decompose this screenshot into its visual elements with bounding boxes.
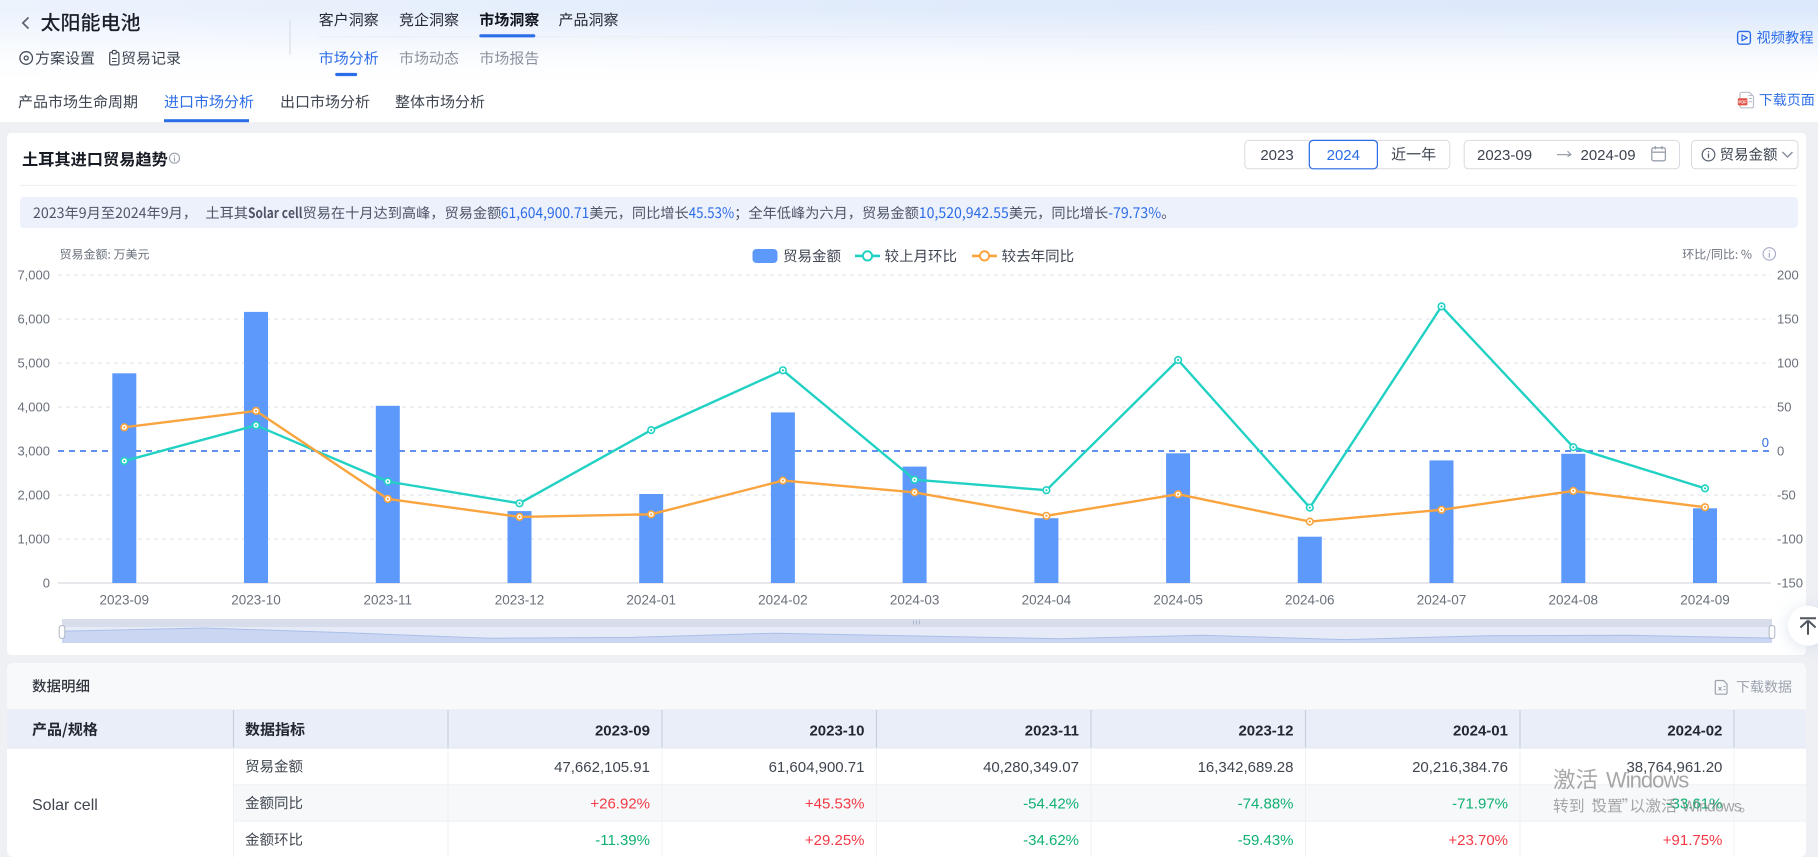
svg-text:3,000: 3,000	[17, 444, 50, 459]
svg-text:Windows: Windows	[1606, 768, 1689, 793]
svg-text:150: 150	[1777, 312, 1799, 327]
svg-text:5,000: 5,000	[17, 356, 50, 371]
svg-text:2024-05: 2024-05	[1153, 593, 1203, 608]
svg-text:-50: -50	[1777, 488, 1796, 503]
svg-text:0: 0	[1777, 444, 1784, 459]
svg-text:2024-09: 2024-09	[1581, 147, 1636, 164]
svg-text:50: 50	[1777, 400, 1791, 415]
svg-text:20,216,384.76: 20,216,384.76	[1412, 759, 1508, 776]
svg-text:61,604,900.71: 61,604,900.71	[769, 759, 865, 776]
svg-text:-100: -100	[1777, 532, 1803, 547]
svg-text:-74.88%: -74.88%	[1238, 796, 1294, 813]
svg-text:-54.42%: -54.42%	[1023, 796, 1079, 813]
svg-text:0: 0	[1762, 435, 1769, 450]
svg-text:47,662,105.91: 47,662,105.91	[554, 759, 650, 776]
svg-text:2024-08: 2024-08	[1549, 593, 1599, 608]
svg-text:2023-12: 2023-12	[495, 593, 545, 608]
svg-text:1,000: 1,000	[17, 532, 50, 547]
svg-text:16,342,689.28: 16,342,689.28	[1198, 759, 1294, 776]
svg-text:2024-02: 2024-02	[758, 593, 808, 608]
svg-text:-59.43%: -59.43%	[1238, 832, 1294, 849]
svg-text:2024-03: 2024-03	[890, 593, 940, 608]
svg-text:40,280,349.07: 40,280,349.07	[983, 759, 1079, 776]
svg-text:+45.53%: +45.53%	[805, 796, 865, 813]
svg-text:2023-10: 2023-10	[231, 593, 281, 608]
svg-text:2024-01: 2024-01	[626, 593, 676, 608]
svg-text:-34.62%: -34.62%	[1023, 832, 1079, 849]
svg-text:2,000: 2,000	[17, 488, 50, 503]
svg-text:PDF: PDF	[1738, 100, 1747, 105]
svg-text:2024-06: 2024-06	[1285, 593, 1335, 608]
svg-text:+23.70%: +23.70%	[1448, 832, 1508, 849]
svg-text:2023-11: 2023-11	[1025, 722, 1079, 739]
svg-text:200: 200	[1777, 268, 1799, 283]
svg-text:2023-10: 2023-10	[809, 722, 864, 739]
svg-text:7,000: 7,000	[17, 268, 50, 283]
svg-text:Windows: Windows	[1682, 799, 1742, 816]
svg-text:0: 0	[43, 576, 50, 591]
svg-text:2024-04: 2024-04	[1022, 593, 1072, 608]
svg-text:2024-09: 2024-09	[1680, 593, 1730, 608]
svg-text:2023-12: 2023-12	[1238, 722, 1293, 739]
svg-text:4,000: 4,000	[17, 400, 50, 415]
svg-text:2024: 2024	[1327, 147, 1360, 164]
svg-text:2023-09: 2023-09	[1477, 147, 1532, 164]
svg-text:+26.92%: +26.92%	[590, 796, 650, 813]
svg-text:2023-11: 2023-11	[364, 593, 413, 608]
svg-text:2023-09: 2023-09	[595, 722, 650, 739]
svg-text:2024-02: 2024-02	[1667, 722, 1722, 739]
svg-text:Solar cell: Solar cell	[32, 797, 98, 814]
svg-text:-11.39%: -11.39%	[595, 832, 650, 849]
svg-text:-150: -150	[1777, 576, 1803, 591]
svg-text:+29.25%: +29.25%	[805, 832, 865, 849]
svg-text:6,000: 6,000	[17, 312, 50, 327]
svg-text:2023-09: 2023-09	[100, 593, 150, 608]
svg-text:2024-01: 2024-01	[1453, 722, 1508, 739]
svg-text:100: 100	[1777, 356, 1799, 371]
svg-text:2024-07: 2024-07	[1417, 593, 1467, 608]
svg-text:+91.75%: +91.75%	[1663, 832, 1723, 849]
svg-text:-71.97%: -71.97%	[1452, 796, 1508, 813]
svg-text:2023: 2023	[1260, 147, 1293, 164]
